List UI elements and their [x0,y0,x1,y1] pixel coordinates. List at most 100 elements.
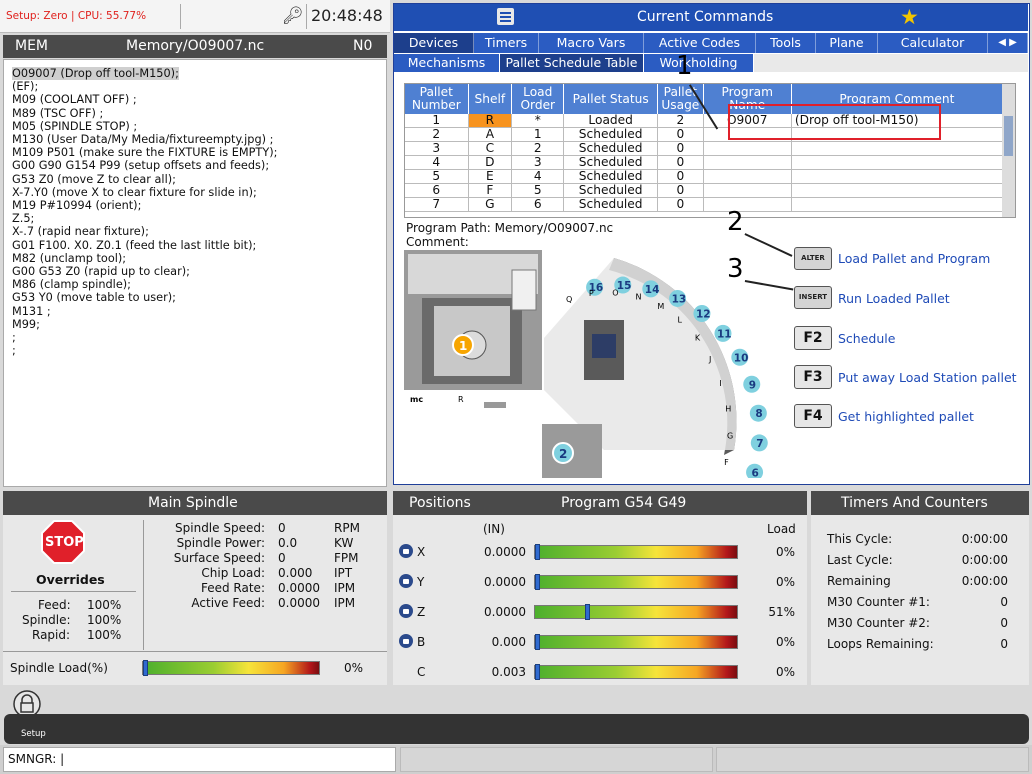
table-row[interactable]: 5 E 4 Scheduled 0 [405,169,1004,184]
axis-load-value: 0% [775,665,795,679]
pallet-number: 13 [672,293,687,305]
tab-macro-vars[interactable]: Macro Vars [539,33,644,53]
table-row[interactable]: 7 G 6 Scheduled 0 [405,197,1004,212]
code-line[interactable]: ; [12,331,16,344]
code-line[interactable]: M99; [12,318,40,331]
tab-bar: Devices Timers Macro Vars Active Codes T… [394,33,1028,53]
current-commands-titlebar: Current Commands ★ [394,4,1028,31]
tab-tools[interactable]: Tools [756,33,816,53]
axis-load-marker [585,604,590,620]
timer-label: M30 Counter #2: [827,616,930,630]
get-pallet-action[interactable]: Get highlighted pallet [838,409,974,424]
code-line[interactable]: M09 (COOLANT OFF) ; [12,93,137,106]
axis-lock-icon[interactable] [399,634,413,648]
tab-calculator[interactable]: Calculator [878,33,988,53]
code-line[interactable]: M109 P501 (make sure the FIXTURE is EMPT… [12,146,277,159]
axis-label: Y [417,575,425,589]
code-line[interactable]: M89 (TSC OFF) ; [12,107,103,120]
table-row[interactable]: 6 F 5 Scheduled 0 [405,183,1004,198]
load-pallet-program-action[interactable]: Load Pallet and Program [838,251,990,266]
cell-program-comment [791,141,1004,156]
cell-load-order: * [511,114,565,128]
alter-key[interactable]: ALTER [794,247,832,270]
axis-position: 0.003 [491,665,526,679]
spindle-stat-unit: IPM [334,581,356,595]
timer-label: Loops Remaining: [827,637,934,651]
program-file: Memory/O09007.nc [126,38,265,54]
table-row[interactable]: 4 D 3 Scheduled 0 [405,155,1004,170]
axis-lock-icon[interactable] [399,544,413,558]
program-editor[interactable]: O09007 (Drop off tool-M150); (EF); M09 (CO… [3,59,387,487]
spindle-stat-unit: IPM [334,596,356,610]
menu-icon[interactable] [497,8,514,25]
axis-lock-icon[interactable] [399,604,413,618]
table-scrollbar[interactable] [1002,84,1015,217]
main-spindle-header: Main Spindle [3,491,387,515]
spindle-load-bar [142,660,320,676]
table-row[interactable]: 3 C 2 Scheduled 0 [405,141,1004,156]
callout-highlight-box [728,104,941,140]
code-line[interactable]: M130 (User Data/My Media/fixtureempty.jp… [12,133,273,146]
insert-key[interactable]: INSERT [794,286,832,309]
code-line[interactable]: M05 (SPINDLE STOP) ; [12,120,137,133]
spindle-stat-label: Chip Load: [201,566,265,580]
tab-devices[interactable]: Devices [394,33,474,53]
code-line[interactable]: (EF); [12,80,38,93]
spindle-stat-label: Spindle Speed: [175,521,265,535]
positions-title: Positions [409,495,471,511]
divider [11,591,136,592]
timers-title: Timers And Counters [841,495,988,511]
code-line[interactable]: ; [12,344,16,357]
code-line[interactable]: M86 (clamp spindle); [12,278,131,291]
schedule-action[interactable]: Schedule [838,331,895,346]
code-line[interactable]: O09007 (Drop off tool-M150); [12,67,179,81]
put-away-pallet-action[interactable]: Put away Load Station pallet [838,370,1017,385]
pallet-number: 8 [755,408,762,420]
tab-timers[interactable]: Timers [474,33,539,53]
scrollbar-thumb[interactable] [1004,116,1013,156]
code-line[interactable]: M19 P#10994 (orient); [12,199,141,212]
positions-program: Program G54 G49 [561,495,687,511]
code-line[interactable]: X-7.Y0 (move X to clear fixture for slid… [12,186,257,199]
code-line[interactable]: G00 G90 G154 P99 (setup offsets and feed… [12,159,269,172]
tab-scroll-arrows[interactable]: ◀ ▶ [988,33,1028,53]
program-path: Program Path: Memory/O09007.nc [406,221,614,235]
command-input[interactable]: SMNGR: | [3,747,396,772]
shelf-letter: O [612,288,618,297]
run-loaded-pallet-action[interactable]: Run Loaded Pallet [838,291,950,306]
logo: mc [410,395,423,404]
pallet-number: 6 [752,467,759,478]
cell-shelf: F [468,183,513,198]
f4-key[interactable]: F4 [794,404,832,428]
code-line[interactable]: M82 (unclamp tool); [12,252,126,265]
code-line[interactable]: M131 ; [12,305,51,318]
subtab-workholding[interactable]: Workholding [644,54,754,72]
cell-shelf: D [468,155,513,170]
code-line[interactable]: Z.5; [12,212,34,225]
override-rapid-value: 100% [87,628,122,642]
f2-key[interactable]: F2 [794,326,832,350]
pallet-pool-floor [544,258,737,450]
status-bar: Setup: Zero | CPU: 55.77% 🔑︎ 20:48:48 [0,0,390,33]
f3-key[interactable]: F3 [794,365,832,389]
axis-load-marker [535,664,540,680]
cell-program-name [703,141,792,156]
subtab-pallet-schedule[interactable]: Pallet Schedule Table [500,54,644,72]
key-icon[interactable]: 🔑︎ [282,6,304,26]
code-line[interactable]: G01 F100. X0. Z0.1 (feed the last little… [12,239,256,252]
code-line[interactable]: G00 G53 Z0 (rapid up to clear); [12,265,190,278]
cell-pallet-status: Scheduled [563,127,658,142]
cell-pallet-number: 6 [405,183,469,198]
positions-load-header: Load [767,522,796,536]
override-spindle-value: 100% [87,613,122,627]
subtab-mechanisms[interactable]: Mechanisms [394,54,500,72]
star-icon[interactable]: ★ [900,5,919,29]
code-line[interactable]: G53 Z0 (move Z to clear all); [12,173,176,186]
code-line[interactable]: G53 Y0 (move table to user); [12,291,176,304]
code-line[interactable]: X-.7 (rapid near fixture); [12,225,149,238]
tab-active-codes[interactable]: Active Codes [644,33,756,53]
divider [306,4,307,29]
machine-pallet-number: 1 [459,339,467,353]
axis-lock-icon[interactable] [399,574,413,588]
tab-plane[interactable]: Plane [816,33,878,53]
